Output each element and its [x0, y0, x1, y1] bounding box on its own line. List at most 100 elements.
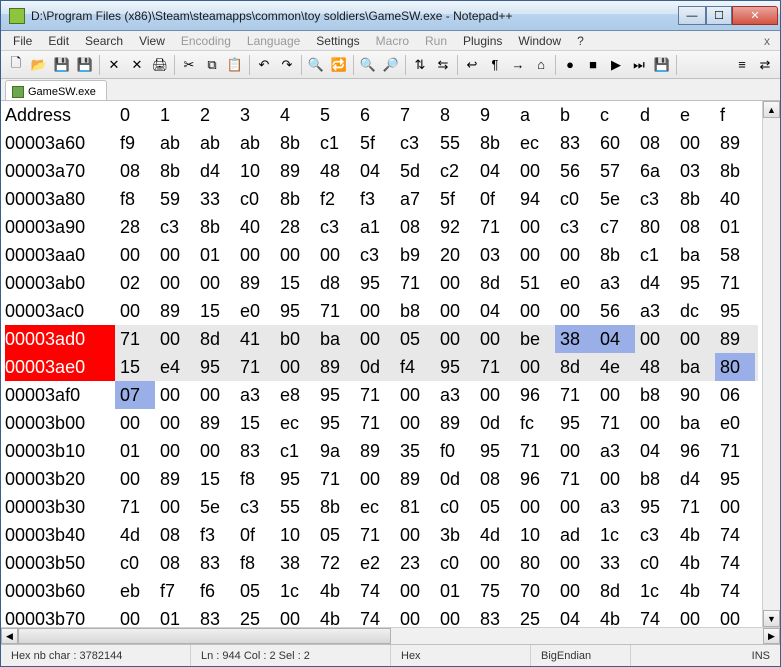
hex-byte[interactable]: 8b — [275, 129, 315, 157]
hex-byte[interactable]: f2 — [315, 185, 355, 213]
hex-byte[interactable]: 71 — [555, 465, 595, 493]
hex-byte[interactable]: 74 — [715, 577, 755, 605]
hex-byte[interactable]: f6 — [195, 577, 235, 605]
hex-byte[interactable]: 4b — [675, 577, 715, 605]
hex-byte[interactable]: 00 — [515, 493, 555, 521]
hex-byte[interactable]: e0 — [555, 269, 595, 297]
hex-byte[interactable]: 04 — [355, 157, 395, 185]
close-all-icon[interactable]: ✕ — [126, 54, 148, 76]
hex-byte[interactable]: 28 — [275, 213, 315, 241]
scroll-left-button[interactable]: ◀ — [1, 628, 18, 644]
hex-byte[interactable]: c1 — [315, 129, 355, 157]
hex-byte[interactable]: 4e — [595, 353, 635, 381]
sync-h-icon[interactable]: ⇆ — [432, 54, 454, 76]
hex-byte[interactable]: 48 — [635, 353, 675, 381]
hex-byte[interactable]: c0 — [235, 185, 275, 213]
hex-byte[interactable]: 00 — [195, 381, 235, 409]
editor-area[interactable]: Address 0 1 2 3 4 5 6 7 8 9 a b c d e f0… — [1, 101, 780, 627]
hex-byte[interactable]: 00 — [435, 269, 475, 297]
hex-byte[interactable]: 00 — [155, 325, 195, 353]
hex-byte[interactable]: ab — [235, 129, 275, 157]
hex-byte[interactable]: 00 — [675, 325, 715, 353]
hex-byte[interactable]: 00 — [395, 521, 435, 549]
hex-byte[interactable]: 20 — [435, 241, 475, 269]
hex-byte[interactable]: 70 — [515, 577, 555, 605]
hex-byte[interactable]: 00 — [555, 297, 595, 325]
hex-byte[interactable]: 00 — [275, 605, 315, 627]
replace-icon[interactable]: 🔁 — [328, 54, 350, 76]
hex-byte[interactable]: 00 — [715, 493, 755, 521]
hex-byte[interactable]: 4b — [675, 549, 715, 577]
hex-byte[interactable]: c0 — [115, 549, 155, 577]
hex-byte[interactable]: 04 — [595, 325, 635, 353]
hex-byte[interactable]: 41 — [235, 325, 275, 353]
hex-byte[interactable]: 89 — [235, 269, 275, 297]
hex-byte[interactable]: 83 — [235, 437, 275, 465]
hex-byte[interactable]: 80 — [715, 353, 755, 381]
hex-byte[interactable]: 56 — [595, 297, 635, 325]
hex-byte[interactable]: a3 — [595, 269, 635, 297]
hex-byte[interactable]: 83 — [195, 549, 235, 577]
hex-byte[interactable]: f3 — [355, 185, 395, 213]
hex-byte[interactable]: 71 — [355, 381, 395, 409]
menu-run[interactable]: Run — [417, 32, 455, 50]
record-macro-icon[interactable]: ● — [559, 54, 581, 76]
scroll-right-button[interactable]: ▶ — [763, 628, 780, 644]
hex-byte[interactable]: 71 — [555, 381, 595, 409]
hex-row[interactable]: 00003b20 00 89 15 f8 95 71 00 89 0d 08 9… — [5, 465, 758, 493]
hex-byte[interactable]: 89 — [195, 409, 235, 437]
hex-byte[interactable]: e0 — [235, 297, 275, 325]
hex-byte[interactable]: 40 — [235, 213, 275, 241]
hex-row[interactable]: 00003ae0 15 e4 95 71 00 89 0d f4 95 71 0… — [5, 353, 758, 381]
hex-byte[interactable]: ba — [675, 241, 715, 269]
hex-byte[interactable]: 15 — [115, 353, 155, 381]
hex-byte[interactable]: 5f — [435, 185, 475, 213]
hex-byte[interactable]: 00 — [435, 325, 475, 353]
hex-byte[interactable]: 71 — [475, 353, 515, 381]
hex-byte[interactable]: 95 — [195, 353, 235, 381]
hex-byte[interactable]: 00 — [155, 381, 195, 409]
hex-byte[interactable]: 71 — [315, 297, 355, 325]
hex-byte[interactable]: 08 — [635, 129, 675, 157]
hex-row[interactable]: 00003a80 f8 59 33 c0 8b f2 f3 a7 5f 0f 9… — [5, 185, 758, 213]
horizontal-scrollbar[interactable]: ◀ ▶ — [1, 627, 780, 644]
hex-byte[interactable]: 00 — [355, 325, 395, 353]
hex-row[interactable]: 00003ab0 02 00 00 89 15 d8 95 71 00 8d 5… — [5, 269, 758, 297]
hex-byte[interactable]: f8 — [115, 185, 155, 213]
hex-byte[interactable]: 00 — [515, 297, 555, 325]
hex-byte[interactable]: 96 — [515, 465, 555, 493]
hex-byte[interactable]: 0f — [235, 521, 275, 549]
hex-byte[interactable]: ec — [355, 493, 395, 521]
zoom-in-icon[interactable]: 🔍 — [357, 54, 379, 76]
hex-byte[interactable]: 00 — [195, 269, 235, 297]
hex-byte[interactable]: c0 — [435, 493, 475, 521]
hex-byte[interactable]: ad — [555, 521, 595, 549]
hex-byte[interactable]: 8b — [155, 157, 195, 185]
stop-macro-icon[interactable]: ■ — [582, 54, 604, 76]
hex-byte[interactable]: 89 — [355, 437, 395, 465]
undo-icon[interactable]: ↶ — [253, 54, 275, 76]
hex-byte[interactable]: 8b — [675, 185, 715, 213]
hex-byte[interactable]: 0d — [475, 409, 515, 437]
hex-byte[interactable]: 89 — [315, 353, 355, 381]
hex-byte[interactable]: 00 — [235, 241, 275, 269]
hex-toggle-icon[interactable]: ≡ — [731, 54, 753, 76]
cut-icon[interactable]: ✂ — [178, 54, 200, 76]
hex-byte[interactable]: 80 — [515, 549, 555, 577]
hex-byte[interactable]: 00 — [515, 353, 555, 381]
hex-byte[interactable]: 71 — [115, 325, 155, 353]
hex-byte[interactable]: 00 — [275, 241, 315, 269]
menu-search[interactable]: Search — [77, 32, 131, 50]
hex-byte[interactable]: 71 — [315, 465, 355, 493]
hex-byte[interactable]: b8 — [635, 465, 675, 493]
hex-byte[interactable]: 6a — [635, 157, 675, 185]
hex-byte[interactable]: 01 — [435, 577, 475, 605]
hex-byte[interactable]: 00 — [155, 493, 195, 521]
hex-byte[interactable]: 8d — [195, 325, 235, 353]
hex-byte[interactable]: 00 — [395, 409, 435, 437]
hex-byte[interactable]: c3 — [155, 213, 195, 241]
hex-byte[interactable]: 00 — [635, 409, 675, 437]
hex-byte[interactable]: 74 — [715, 521, 755, 549]
hex-byte[interactable]: 58 — [715, 241, 755, 269]
hex-byte[interactable]: c7 — [595, 213, 635, 241]
